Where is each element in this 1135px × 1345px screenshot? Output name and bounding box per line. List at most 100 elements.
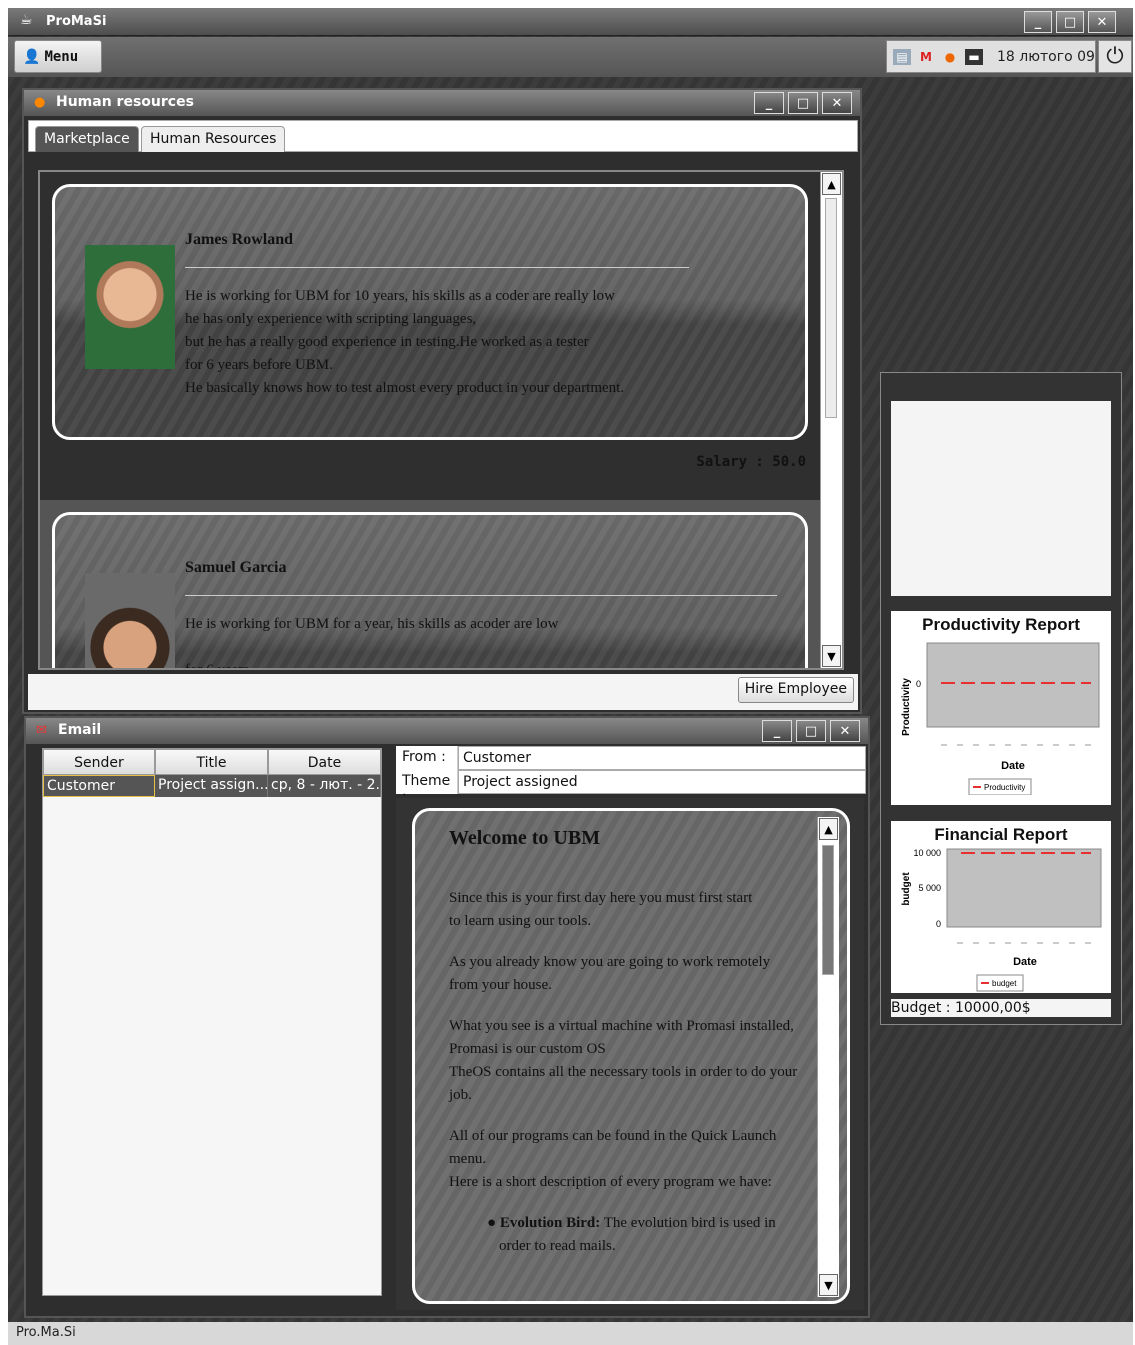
productivity-report-title: Productivity Report	[922, 615, 1080, 634]
cell-sender[interactable]: Customer	[43, 775, 155, 797]
app-title: ProMaSi	[46, 14, 107, 29]
app-titlebar: ☕ ProMaSi _ □ ✕	[8, 8, 1133, 36]
gmail-icon[interactable]: M	[917, 49, 935, 65]
app-window-controls: _ □ ✕	[1024, 11, 1116, 33]
employee-card[interactable]: Samuel Garcia He is working for UBM for …	[40, 500, 820, 670]
close-button[interactable]: ✕	[830, 720, 860, 742]
scroll-thumb[interactable]	[825, 198, 837, 418]
tab-marketplace[interactable]: Marketplace	[35, 126, 139, 152]
y-tick-label: 0	[936, 919, 941, 929]
mail-scrollbar[interactable]: ▲ ▼	[817, 817, 839, 1297]
scroll-down-icon[interactable]: ▼	[822, 645, 841, 667]
hr-footer: Hire Employee	[28, 674, 858, 710]
theme-label: Theme :	[396, 770, 458, 805]
close-button[interactable]: ✕	[1088, 11, 1116, 33]
mail-text: Since this is your first day here you mu…	[449, 887, 799, 1276]
clock-date: 18 лютого 09	[997, 48, 1095, 65]
power-icon[interactable]: ⏻	[1098, 40, 1132, 73]
mail-bullet: ● Evolution Bird: The evolution bird is …	[487, 1215, 776, 1254]
productivity-chart: Productivity 0 Date Productivity	[901, 642, 1100, 796]
employee-card-frame: James Rowland He is working for UBM for …	[52, 184, 808, 440]
mail-card: Welcome to UBM Since this is your first …	[412, 808, 850, 1304]
y-axis-label: budget	[901, 872, 912, 906]
column-sender[interactable]: Sender	[43, 749, 155, 775]
employee-card-frame: Samuel Garcia He is working for UBM for …	[52, 512, 808, 670]
employee-card[interactable]: James Rowland He is working for UBM for …	[40, 172, 820, 500]
taskbar: 👤 Menu ▤ M ● ▬ 18 лютого 09 ⏻	[8, 37, 1133, 77]
mail-body: Welcome to UBM Since this is your first …	[396, 798, 864, 1310]
mail-icon: ✉	[36, 723, 47, 738]
email-window-controls: _ □ ✕	[762, 720, 860, 742]
theme-row: Theme : Project assigned	[396, 770, 866, 805]
hire-employee-button[interactable]: Hire Employee	[737, 677, 854, 703]
reports-panel: Productivity Report Productivity 0 Date …	[880, 372, 1122, 1025]
y-tick-label: 5 000	[918, 883, 941, 893]
user-icon: 👤	[23, 48, 41, 65]
hr-scrollbar[interactable]: ▲ ▼	[820, 172, 842, 668]
reports-blank-area	[891, 401, 1111, 596]
email-window-title: Email	[58, 722, 102, 738]
y-axis-label: Productivity	[901, 678, 912, 736]
menu-label: Menu	[44, 48, 79, 65]
hr-tabs: Marketplace Human Resources	[28, 120, 858, 152]
productivity-report: Productivity Report Productivity 0 Date …	[891, 611, 1111, 805]
mail-paragraph: Since this is your first day here you mu…	[449, 890, 753, 929]
cell-date[interactable]: ср, 8 - лют. - 2...	[268, 775, 381, 797]
financial-report-title: Financial Report	[934, 825, 1068, 844]
tab-human-resources[interactable]: Human Resources	[141, 126, 286, 152]
maximize-button[interactable]: □	[788, 92, 818, 114]
minimize-button[interactable]: _	[754, 92, 784, 114]
column-date[interactable]: Date	[268, 749, 381, 775]
employee-description: He is working for UBM for a year, his sk…	[185, 616, 559, 670]
bullet-bold: Evolution Bird:	[499, 1215, 601, 1231]
system-tray: ▤ M ● ▬ 18 лютого 09	[886, 40, 1096, 73]
mail-title: Welcome to UBM	[449, 827, 601, 849]
scroll-thumb[interactable]	[822, 845, 834, 975]
employee-salary: Salary : 50.0	[696, 454, 806, 470]
network-icon[interactable]: ▤	[893, 48, 911, 65]
from-field[interactable]: Customer	[458, 746, 866, 770]
employee-list: James Rowland He is working for UBM for …	[38, 170, 844, 670]
from-row: From : Customer	[396, 746, 866, 770]
theme-field[interactable]: Project assigned	[458, 770, 866, 794]
firefox-icon[interactable]: ●	[941, 49, 959, 65]
divider	[185, 267, 689, 268]
hr-window: ● Human resources _ □ ✕ Marketplace Huma…	[22, 88, 862, 714]
scroll-up-icon[interactable]: ▲	[819, 818, 838, 840]
legend-item: budget	[992, 979, 1017, 988]
mail-paragraph: All of our programs can be found in the …	[449, 1128, 777, 1190]
firefox-icon: ●	[34, 95, 46, 110]
plot-area	[946, 848, 1102, 928]
scroll-up-icon[interactable]: ▲	[822, 173, 841, 195]
scroll-down-icon[interactable]: ▼	[819, 1274, 838, 1296]
mail-paragraph: What you see is a virtual machine with P…	[449, 1018, 798, 1103]
menu-button[interactable]: 👤 Menu	[14, 40, 102, 73]
maximize-button[interactable]: □	[1056, 11, 1084, 33]
column-title[interactable]: Title	[155, 749, 268, 775]
minimize-button[interactable]: _	[762, 720, 792, 742]
employee-photo	[85, 245, 175, 369]
table-row[interactable]: Customer Project assign... ср, 8 - лют. …	[43, 775, 381, 797]
legend-item: Productivity	[984, 783, 1025, 792]
maximize-button[interactable]: □	[796, 720, 826, 742]
mail-paragraph: As you already know you are going to wor…	[449, 954, 771, 993]
minimize-button[interactable]: _	[1024, 11, 1052, 33]
cell-title[interactable]: Project assign...	[155, 775, 268, 797]
email-window: ✉ Email _ □ ✕ Sender Title Date Customer…	[24, 716, 870, 1318]
employee-name: James Rowland	[185, 231, 294, 248]
y-tick-label: 0	[916, 679, 921, 689]
close-button[interactable]: ✕	[822, 92, 852, 114]
employee-description: He is working for UBM for 10 years, his …	[185, 288, 625, 396]
hr-window-controls: _ □ ✕	[754, 92, 852, 114]
hr-window-titlebar: ● Human resources _ □ ✕	[24, 90, 860, 116]
email-window-titlebar: ✉ Email _ □ ✕	[26, 718, 868, 744]
terminal-icon[interactable]: ▬	[965, 48, 983, 65]
employee-photo	[85, 573, 175, 668]
financial-chart: budget 10 000 5 000 0 Date budget	[901, 848, 1102, 992]
hr-window-title: Human resources	[56, 94, 194, 110]
y-tick-label: 10 000	[913, 848, 941, 858]
java-cup-icon: ☕	[20, 12, 33, 28]
email-list-header: Sender Title Date	[43, 749, 381, 775]
employee-name: Samuel Garcia	[185, 559, 287, 576]
plot-area	[926, 642, 1100, 728]
